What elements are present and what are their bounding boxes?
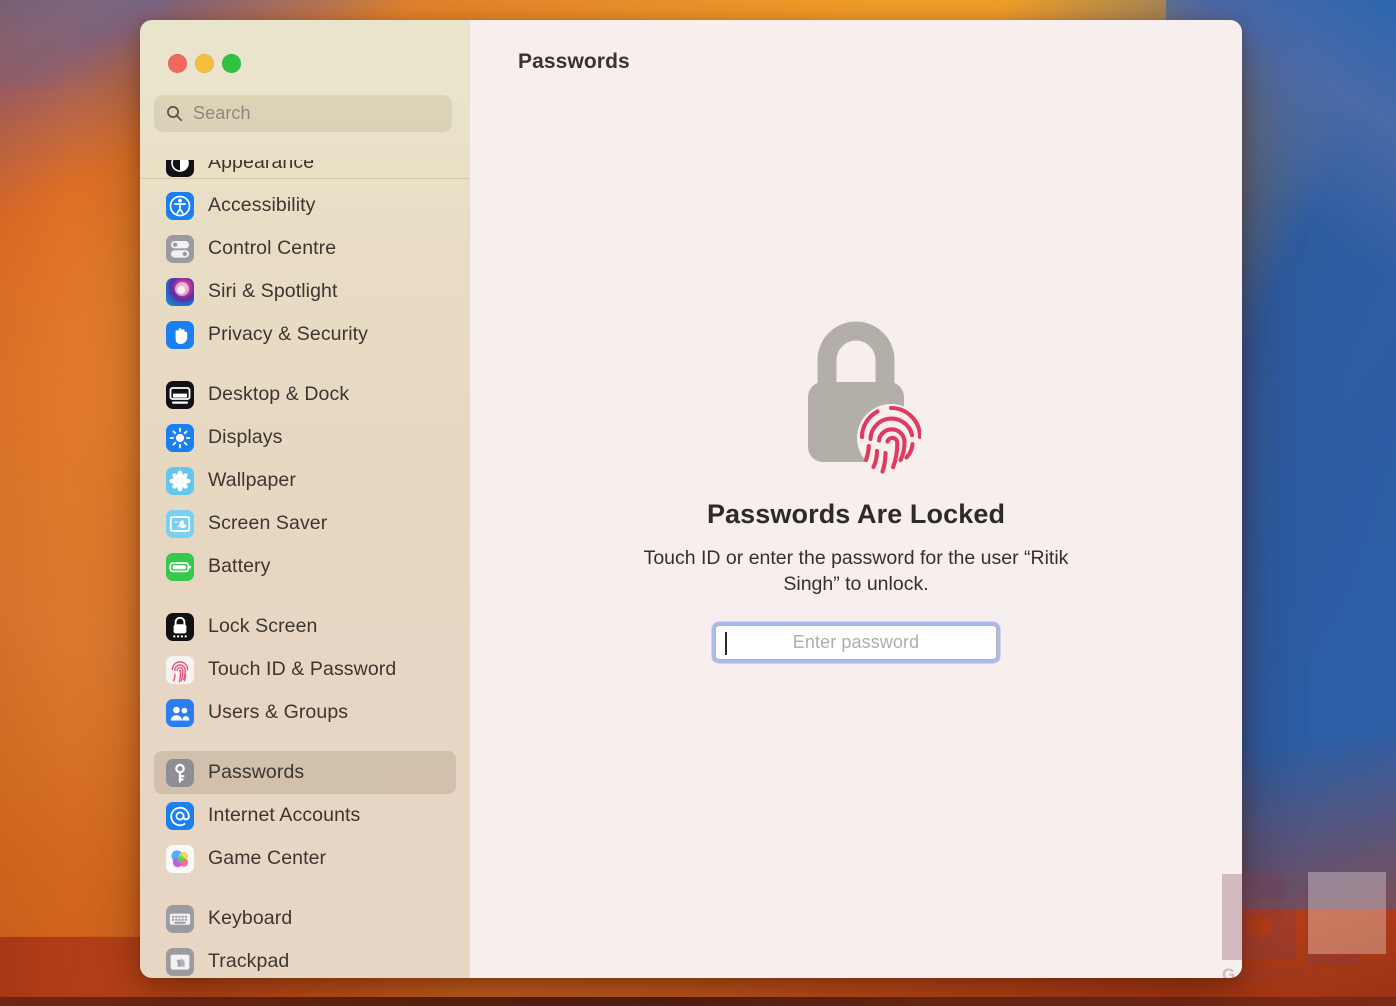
lock-fingerprint-icon xyxy=(791,320,925,475)
key-icon xyxy=(166,758,194,787)
sidebar-item-label: Wallpaper xyxy=(208,469,296,491)
sidebar-item-users-groups[interactable]: Users & Groups xyxy=(154,691,456,734)
keyboard-icon xyxy=(166,904,194,933)
sidebar-item-label: Users & Groups xyxy=(208,701,349,723)
sidebar-item-screen-saver[interactable]: Screen Saver xyxy=(154,502,456,545)
sidebar-item-control-centre[interactable]: Control Centre xyxy=(154,227,456,270)
sidebar-item-desktop-dock[interactable]: Desktop & Dock xyxy=(154,373,456,416)
accessibility-icon xyxy=(166,191,194,220)
zoom-button[interactable] xyxy=(222,54,241,73)
sidebar-item-label: Privacy & Security xyxy=(208,323,369,345)
sidebar-item-label: Desktop & Dock xyxy=(208,383,350,405)
sidebar-item-label: Lock Screen xyxy=(208,615,318,637)
close-button[interactable] xyxy=(168,54,187,73)
sidebar-item-label: Trackpad xyxy=(208,950,290,972)
sidebar-item-label: Accessibility xyxy=(208,194,316,216)
sidebar-item-label: Screen Saver xyxy=(208,512,328,534)
sidebar-item-accessibility[interactable]: Accessibility xyxy=(154,184,456,227)
sidebar-item-label: Internet Accounts xyxy=(208,804,361,826)
search-icon xyxy=(166,105,183,122)
desktop-dock-icon xyxy=(166,380,194,409)
privacy-hand-icon xyxy=(166,320,194,349)
at-sign-icon xyxy=(166,801,194,830)
sidebar-item-label: Siri & Spotlight xyxy=(208,280,338,302)
displays-sun-icon xyxy=(166,423,194,452)
appearance-icon xyxy=(166,160,194,177)
battery-icon xyxy=(166,552,194,581)
sidebar-item-game-center[interactable]: Game Center xyxy=(154,837,456,880)
screen-saver-icon xyxy=(166,509,194,538)
control-centre-icon xyxy=(166,234,194,263)
sidebar-item-label: Appearance xyxy=(208,160,315,173)
sidebar-item-siri-spotlight[interactable]: Siri & Spotlight xyxy=(154,270,456,313)
game-center-icon xyxy=(166,844,194,873)
password-input[interactable]: Enter password xyxy=(715,624,997,660)
password-placeholder: Enter password xyxy=(792,631,920,652)
sidebar-item-lock-screen[interactable]: Lock Screen xyxy=(154,605,456,648)
sidebar-item-label: Keyboard xyxy=(208,907,293,929)
sidebar-item-touch-id-password[interactable]: Touch ID & Password xyxy=(154,648,456,691)
locked-subtitle: Touch ID or enter the password for the u… xyxy=(643,547,1069,595)
sidebar-group-spacer xyxy=(154,734,456,751)
users-groups-icon xyxy=(166,698,194,727)
sidebar-item-label: Touch ID & Password xyxy=(208,658,397,680)
sidebar-item-label: Displays xyxy=(208,426,283,448)
sidebar-group-spacer xyxy=(154,356,456,373)
window-traffic-lights xyxy=(140,20,470,73)
sidebar-group-spacer xyxy=(154,588,456,605)
wallpaper-icon xyxy=(166,466,194,495)
sidebar: Search Appearance Accessibility Control … xyxy=(140,20,470,978)
sidebar-item-privacy-security[interactable]: Privacy & Security xyxy=(154,313,456,356)
search-input[interactable]: Search xyxy=(154,95,452,132)
sidebar-item-appearance[interactable]: Appearance xyxy=(154,160,456,184)
trackpad-icon xyxy=(166,947,194,976)
sidebar-item-passwords[interactable]: Passwords xyxy=(154,751,456,794)
sidebar-item-battery[interactable]: Battery xyxy=(154,545,456,588)
sidebar-item-label: Game Center xyxy=(208,847,327,869)
sidebar-item-internet-accounts[interactable]: Internet Accounts xyxy=(154,794,456,837)
minimize-button[interactable] xyxy=(195,54,214,73)
system-settings-window: Search Appearance Accessibility Control … xyxy=(140,20,1242,978)
sidebar-item-label: Battery xyxy=(208,555,271,577)
sidebar-item-trackpad[interactable]: Trackpad xyxy=(154,940,456,978)
sidebar-item-displays[interactable]: Displays xyxy=(154,416,456,459)
sidebar-nav-list: Appearance Accessibility Control Centre … xyxy=(140,160,470,978)
locked-state-panel: Passwords Are Locked Touch ID or enter t… xyxy=(470,320,1242,660)
lock-screen-icon xyxy=(166,612,194,641)
sidebar-group-spacer xyxy=(154,880,456,897)
search-placeholder: Search xyxy=(193,103,251,123)
page-title: Passwords xyxy=(518,50,630,73)
search-container: Search xyxy=(140,73,470,132)
content-pane: Passwords Passwords Are Locked Touch ID … xyxy=(470,20,1242,978)
sidebar-item-label: Control Centre xyxy=(208,237,337,259)
sidebar-item-label: Passwords xyxy=(208,761,305,783)
fingerprint-icon xyxy=(166,655,194,684)
siri-icon xyxy=(166,277,194,306)
text-caret xyxy=(725,631,727,655)
sidebar-item-wallpaper[interactable]: Wallpaper xyxy=(154,459,456,502)
sidebar-item-keyboard[interactable]: Keyboard xyxy=(154,897,456,940)
locked-heading: Passwords Are Locked xyxy=(706,499,1006,529)
screen-bottom-edge xyxy=(0,997,1396,1006)
